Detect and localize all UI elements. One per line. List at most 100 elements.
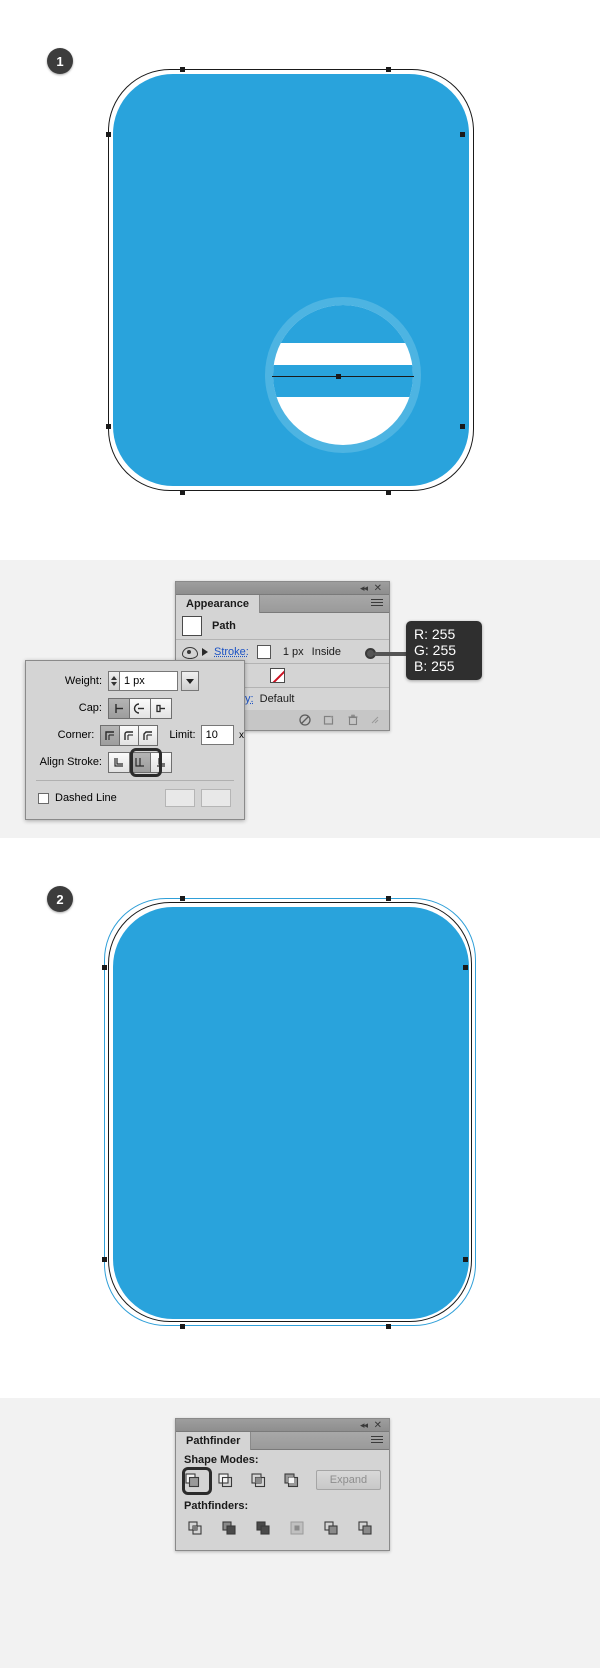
anchor-point[interactable] — [463, 1257, 468, 1262]
stroke-cap-row: Cap: — [26, 696, 244, 720]
anchor-point[interactable] — [102, 965, 107, 970]
collapse-icon[interactable]: ◂◂ — [360, 1420, 368, 1431]
stroke-cap-label: Cap: — [78, 702, 102, 714]
unite-icon[interactable] — [184, 1470, 201, 1490]
callout-b-value: B: 255 — [414, 658, 455, 674]
anchor-point[interactable] — [386, 1324, 391, 1329]
tab-appearance[interactable]: Appearance — [176, 595, 260, 613]
delete-item-icon[interactable] — [347, 714, 359, 726]
anchor-point[interactable] — [180, 1324, 185, 1329]
intersect-icon[interactable] — [250, 1470, 267, 1490]
bevel-join-icon[interactable] — [138, 724, 159, 746]
appearance-panel-tabrow: Appearance — [176, 595, 389, 613]
stroke-limit-unit: x — [238, 729, 244, 741]
close-icon[interactable]: ✕ — [374, 1419, 382, 1432]
pathfinders-label: Pathfinders: — [184, 1500, 249, 1512]
panels-section-1: ◂◂ ✕ Appearance Path Stroke: 1 px Inside… — [0, 560, 600, 838]
pathfinders-row — [176, 1514, 389, 1544]
appearance-panel-titlebar: ◂◂ ✕ — [176, 582, 389, 595]
anchor-point[interactable] — [102, 1257, 107, 1262]
callout-leader-line — [374, 652, 408, 656]
pathfinder-panel-titlebar: ◂◂ ✕ — [176, 1419, 389, 1432]
projecting-cap-icon[interactable] — [150, 697, 172, 719]
weight-input[interactable]: 1 px — [120, 671, 178, 691]
minus-back-icon[interactable] — [354, 1518, 376, 1538]
align-inside-icon[interactable] — [129, 751, 151, 773]
dashed-line-row: Dashed Line — [26, 786, 244, 810]
trim-icon[interactable] — [218, 1518, 240, 1538]
anchor-point[interactable] — [180, 490, 185, 495]
panels-section-2: ◂◂ ✕ Pathfinder Shape Modes: Expand Path… — [0, 1398, 600, 1668]
panel-menu-icon[interactable] — [371, 599, 383, 609]
tab-pathfinder[interactable]: Pathfinder — [176, 1432, 252, 1450]
dashed-line-checkbox[interactable] — [38, 792, 49, 804]
anchor-point[interactable] — [336, 374, 341, 379]
outline-icon[interactable] — [320, 1518, 342, 1538]
dash-preset-2-button[interactable] — [200, 789, 231, 807]
stroke-weight-row: Weight: 1 px — [26, 669, 244, 693]
tab-appearance-label: Appearance — [186, 598, 249, 610]
duplicate-item-icon[interactable] — [323, 714, 335, 726]
step-badge-2: 2 — [47, 886, 73, 912]
shape-modes-label: Shape Modes: — [184, 1454, 259, 1466]
circle-band-top — [273, 305, 413, 343]
limit-input[interactable]: 10 — [200, 725, 234, 745]
exclude-icon[interactable] — [283, 1470, 300, 1490]
rgb-callout: R: 255 G: 255 B: 255 — [406, 621, 482, 680]
dashed-line-label: Dashed Line — [55, 792, 117, 804]
stroke-align-value: Inside — [311, 645, 342, 658]
pathfinder-panel-tabrow: Pathfinder — [176, 1432, 389, 1450]
round-cap-icon[interactable] — [129, 697, 151, 719]
weight-stepper[interactable] — [108, 671, 120, 691]
align-outside-icon[interactable] — [150, 751, 172, 773]
anchor-point[interactable] — [386, 67, 391, 72]
miter-join-icon[interactable] — [100, 724, 121, 746]
panel-menu-icon[interactable] — [371, 1436, 383, 1446]
round-join-icon[interactable] — [119, 724, 140, 746]
stroke-align-label: Align Stroke: — [39, 756, 102, 768]
stroke-align-row: Align Stroke: — [26, 748, 244, 777]
stroke-weight-label: Weight: — [64, 675, 102, 687]
expand-triangle-icon[interactable] — [202, 647, 208, 656]
butt-cap-icon[interactable] — [108, 697, 130, 719]
no-appearance-icon[interactable] — [299, 714, 311, 726]
expand-button[interactable]: Expand — [315, 1470, 381, 1490]
blue-rounded-square-1[interactable] — [113, 74, 469, 486]
circle-artwork[interactable] — [273, 305, 413, 445]
weight-dropdown-button[interactable] — [181, 671, 199, 691]
stroke-color-swatch[interactable] — [256, 644, 271, 659]
stroke-options-dialog: Weight: 1 px Cap: Corner: Limit: 10 x Al… — [25, 660, 245, 820]
anchor-point[interactable] — [180, 67, 185, 72]
collapse-icon[interactable]: ◂◂ — [360, 583, 368, 594]
anchor-point[interactable] — [386, 490, 391, 495]
tutorial-page: 1 ◂◂ ✕ Appearance Path Stroke: 1 px Insi… — [0, 0, 600, 1668]
merge-icon[interactable] — [252, 1518, 274, 1538]
anchor-point[interactable] — [460, 424, 465, 429]
tab-pathfinder-label: Pathfinder — [186, 1435, 241, 1447]
opacity-value: Default — [259, 693, 295, 705]
crop-icon[interactable] — [286, 1518, 308, 1538]
anchor-point[interactable] — [106, 424, 111, 429]
visibility-eye-icon[interactable] — [182, 646, 198, 659]
stroke-corner-row: Corner: Limit: 10 x — [26, 723, 244, 747]
stroke-link-label[interactable]: Stroke: — [214, 646, 249, 658]
fill-none-swatch[interactable] — [270, 668, 285, 683]
close-icon[interactable]: ✕ — [374, 582, 382, 595]
path-thumbnail-swatch[interactable] — [182, 616, 202, 636]
resize-grip-icon[interactable] — [371, 716, 379, 724]
divide-icon[interactable] — [184, 1518, 206, 1538]
minus-front-icon[interactable] — [217, 1470, 234, 1490]
callout-r-value: R: 255 — [414, 626, 456, 642]
blue-rounded-square-2[interactable] — [113, 907, 469, 1319]
step-badge-1: 1 — [47, 48, 73, 74]
align-center-icon[interactable] — [108, 751, 130, 773]
pathfinder-panel-body: Shape Modes: Expand Pathfinders: — [176, 1450, 389, 1550]
anchor-point[interactable] — [460, 132, 465, 137]
anchor-point[interactable] — [386, 896, 391, 901]
dash-preset-1-button[interactable] — [164, 789, 195, 807]
anchor-point[interactable] — [463, 965, 468, 970]
anchor-point[interactable] — [180, 896, 185, 901]
anchor-point[interactable] — [106, 132, 111, 137]
stroke-corner-label: Corner: — [57, 729, 95, 741]
appearance-row-path[interactable]: Path — [176, 613, 389, 640]
